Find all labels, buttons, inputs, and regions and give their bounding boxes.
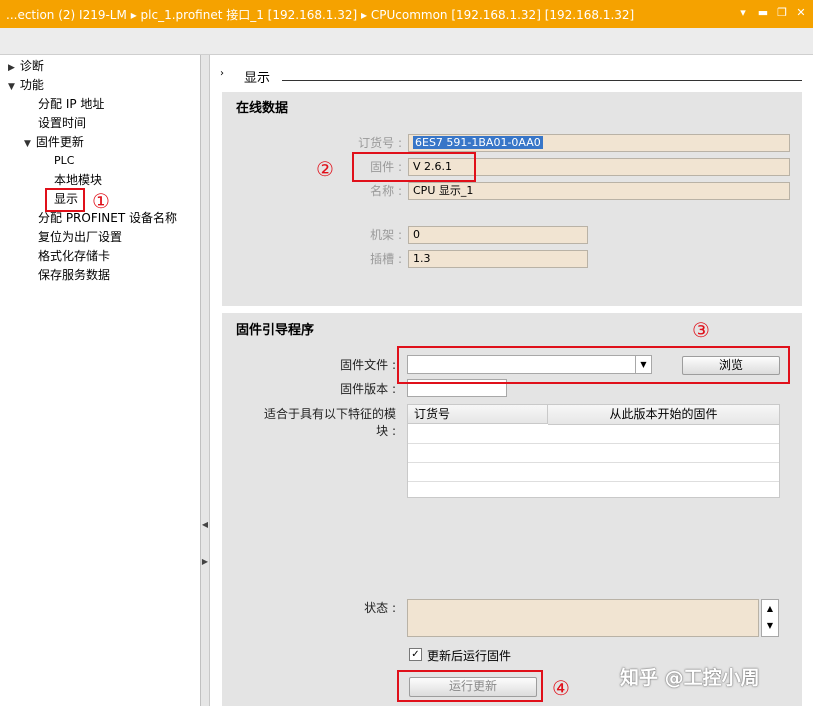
firmware-file-label: 固件文件 : [340,358,396,372]
chevron-down-icon: ▼ [8,82,15,92]
annotation-box-1 [45,188,85,212]
annotation-number-1: ① [92,189,110,213]
table-row[interactable] [408,443,779,463]
tree-item-factory-reset[interactable]: 复位为出厂设置 [38,229,122,245]
function-tree: ▶ 诊断 ▼ 功能 分配 IP 地址 设置时间 ▼ 固件更新 PLC 本地模块 显示 … [0,55,201,706]
status-label: 状态 : [364,601,396,615]
panel-splitter[interactable] [201,55,210,706]
tree-item-functions[interactable]: ▼ 功能 [8,77,44,95]
restore-icon[interactable]: ❐ [775,6,789,20]
tree-item-plc[interactable]: PLC [54,153,74,169]
chevron-right-icon: ▸ [130,8,141,22]
breadcrumb: ...ection (2) I219-LM ▸ plc_1.profinet 接… [6,6,634,23]
order-number-label: 订货号 : [358,136,402,150]
tree-item-firmware-update[interactable]: ▼ 固件更新 [24,134,84,152]
chevron-right-icon: ▸ [361,8,371,22]
name-field[interactable]: CPU 显示_1 [408,182,790,200]
scroll-up-icon[interactable]: ▲ [762,600,778,617]
annotation-number-2: ② [316,157,334,181]
watermark: 知乎 @工控小周 [620,667,760,689]
section-header: › 显示 [220,66,802,86]
tree-item-save-service-data[interactable]: 保存服务数据 [38,267,110,283]
expand-right-icon[interactable]: ▶ [201,555,209,569]
slot-label: 插槽 : [370,252,402,266]
chevron-right-icon[interactable]: › [220,68,224,79]
annotation-box-3 [397,346,790,384]
annotation-box-2 [352,152,476,182]
table-row[interactable] [408,462,779,482]
tree-item-set-time[interactable]: 设置时间 [38,115,86,131]
online-data-panel: 在线数据 订货号 : 6ES7 591-1BA01-0AA0 固件 : V 2.… [222,92,802,306]
column-header-firmware-from[interactable]: 从此版本开始的固件 [548,405,779,425]
chevron-right-icon: ▶ [8,63,15,73]
breadcrumb-item[interactable]: CPUcommon [192.168.1.32] [192.168.1.32] [371,8,634,22]
suitable-modules-label: 适合于具有以下特征的模 块 : [263,407,396,438]
toolbar-strip [0,28,813,55]
annotation-box-4 [397,670,543,702]
status-scrollbar[interactable]: ▲ ▼ [761,599,779,637]
firmware-version-label: 固件版本 : [340,382,396,396]
status-field[interactable] [407,599,759,637]
slot-field[interactable]: 1.3 [408,250,588,268]
section-title: 显示 [244,71,271,86]
firmware-loader-title: 固件引导程序 [236,323,315,338]
breadcrumb-item[interactable]: plc_1.profinet 接口_1 [192.168.1.32] [141,8,358,22]
section-divider [282,80,802,81]
annotation-number-3: ③ [692,318,710,342]
tree-item-assign-ip[interactable]: 分配 IP 地址 [38,96,104,112]
rack-label: 机架 : [370,228,402,242]
collapse-left-icon[interactable]: ◀ [201,518,209,532]
online-data-title: 在线数据 [236,101,289,116]
run-after-update-checkbox[interactable]: ✓ [409,648,422,661]
name-label: 名称 : [370,184,402,198]
chevron-down-icon: ▼ [24,139,31,149]
tree-item-diagnostics[interactable]: ▶ 诊断 [8,58,44,76]
tree-item-format-card[interactable]: 格式化存储卡 [38,248,110,264]
dropdown-icon[interactable]: ▾ [736,6,750,20]
annotation-number-4: ④ [552,676,570,700]
window-title-bar: ...ection (2) I219-LM ▸ plc_1.profinet 接… [0,0,813,28]
table-row[interactable] [408,424,779,444]
order-number-field[interactable]: 6ES7 591-1BA01-0AA0 [408,134,790,152]
rack-field[interactable]: 0 [408,226,588,244]
minimize-icon[interactable]: ▬ [756,6,770,20]
tree-item-local-module[interactable]: 本地模块 [54,172,102,188]
column-header-order-no[interactable]: 订货号 [408,405,548,424]
suitable-modules-table: 订货号 从此版本开始的固件 [407,404,780,498]
close-icon[interactable]: ✕ [794,6,808,20]
breadcrumb-item[interactable]: ...ection (2) I219-LM [6,8,127,22]
scroll-down-icon[interactable]: ▼ [762,617,778,634]
run-after-update-label: 更新后运行固件 [427,649,512,663]
